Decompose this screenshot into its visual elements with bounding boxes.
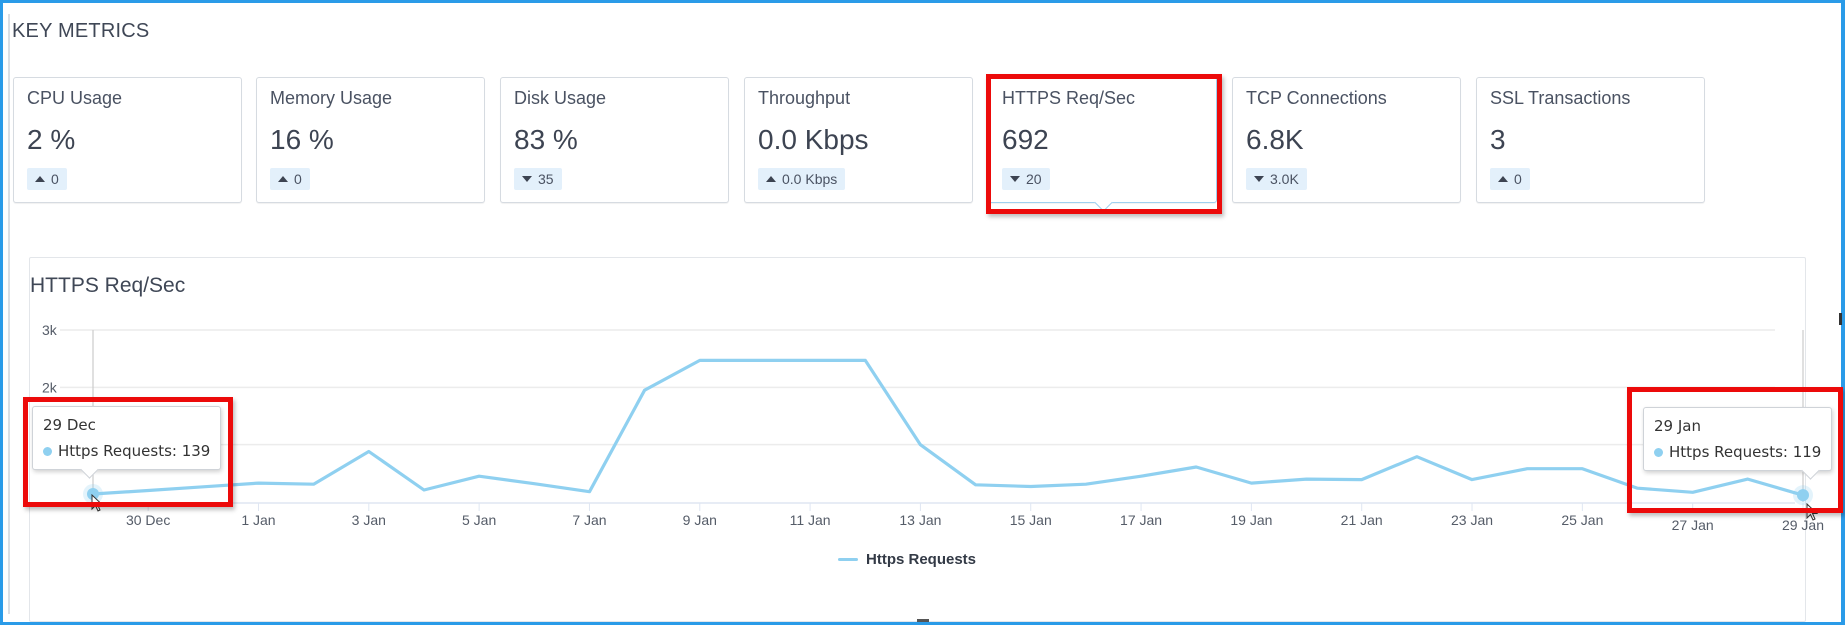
data-point[interactable] [142,485,154,497]
data-point[interactable] [914,439,926,451]
data-point[interactable] [308,478,320,490]
data-point[interactable] [252,477,264,489]
https-requests-chart: 2k 3k 30 Dec 1 Jan 3 Jan 5 Jan 7 Jan 9 Jan 11 Ja… [42,322,1824,533]
legend-label: Https Requests [866,551,977,568]
x-tick-label: 17 Jan [1120,512,1162,528]
resize-handle[interactable] [917,619,929,622]
mouse-cursor-icon [1806,503,1819,521]
x-tick-label: 19 Jan [1230,512,1272,528]
data-point[interactable] [1135,470,1147,482]
x-tick-label: 1 Jan [241,512,275,528]
hover-marker[interactable] [1797,489,1809,502]
x-tick-label: 15 Jan [1010,512,1052,528]
series-dot-icon [43,446,52,456]
chart-tooltip-end: 29 Jan Https Requests: 119 [1643,407,1833,480]
data-point[interactable] [749,354,761,366]
series-dot-icon [1654,447,1663,457]
data-point[interactable] [1080,478,1092,490]
data-point[interactable] [1742,473,1754,485]
data-point[interactable] [1190,461,1202,473]
x-tick-label: 21 Jan [1341,512,1383,528]
x-tick-label: 30 Dec [126,512,170,528]
data-point[interactable] [363,446,375,458]
data-point[interactable] [859,354,871,366]
chart-tooltip-start: 29 Dec Https Requests: 139 [32,406,222,479]
x-tick-label: 23 Jan [1451,512,1493,528]
chart-legend-item[interactable]: Https Requests [838,551,976,568]
x-tick-label: 3 Jan [352,512,386,528]
data-point[interactable] [1356,474,1368,486]
data-point[interactable] [473,470,485,482]
data-point[interactable] [1576,463,1588,475]
x-tick-label: 9 Jan [683,512,717,528]
data-point[interactable] [1025,481,1037,493]
x-tick-label: 27 Jan [1672,517,1714,533]
data-point[interactable] [1411,451,1423,463]
x-tick-label: 5 Jan [462,512,496,528]
data-point[interactable] [1632,482,1644,494]
x-tick-label: 25 Jan [1561,512,1603,528]
resize-handle[interactable] [1839,313,1842,325]
data-point[interactable] [804,354,816,366]
x-tick-label: 11 Jan [790,512,831,528]
series-line-https-requests [92,358,1804,497]
x-tick-label: 7 Jan [572,512,606,528]
tooltip-date: 29 Jan [1654,417,1701,435]
legend-line-icon [838,558,858,561]
y-tick-label: 2k [42,379,58,395]
data-point[interactable] [418,484,430,496]
tooltip-date: 29 Dec [43,416,96,434]
x-tick-label: 13 Jan [899,512,941,528]
data-point[interactable] [197,481,209,493]
data-point[interactable] [1521,463,1533,475]
mouse-cursor-icon [91,494,104,512]
data-point[interactable] [528,478,540,490]
data-point[interactable] [1301,473,1313,485]
y-tick-label: 3k [42,322,58,338]
data-point[interactable] [1687,486,1699,498]
tooltip-value: Https Requests: 119 [1669,443,1822,461]
tooltip-value: Https Requests: 139 [58,442,211,460]
data-point[interactable] [1245,477,1257,489]
data-point[interactable] [583,486,595,498]
data-point[interactable] [1466,474,1478,486]
data-point[interactable] [694,354,706,366]
data-point[interactable] [639,384,651,396]
data-point[interactable] [970,479,982,491]
